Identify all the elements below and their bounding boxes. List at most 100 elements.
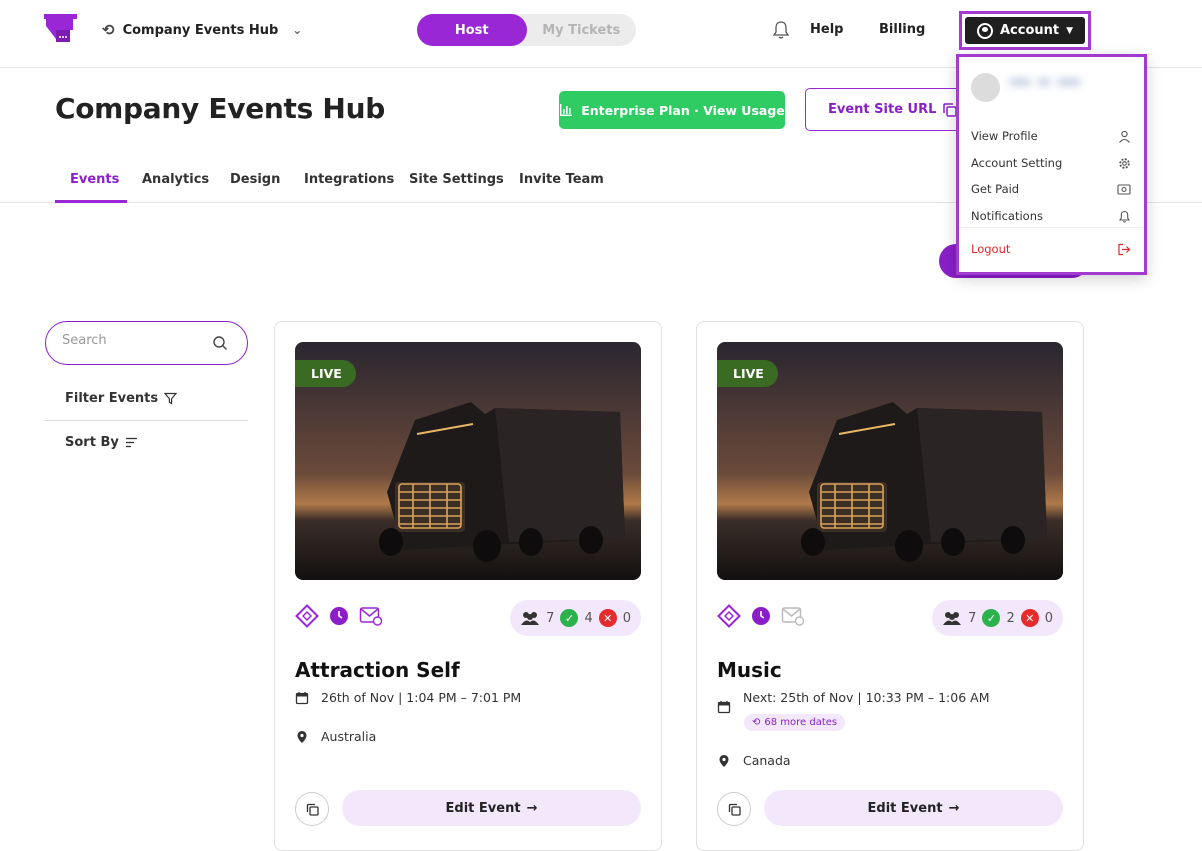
edit-event-label: Edit Event [867,800,943,816]
event-location-text: Canada [743,753,791,768]
arrow-right-icon: → [526,800,538,816]
redacted-user-info [1009,75,1109,89]
chevron-down-icon: ▼ [1066,25,1074,36]
tab-invite-team[interactable]: Invite Team [519,172,604,187]
attendees-icon [521,612,540,625]
page-title: Company Events Hub [55,92,385,125]
chevron-down-icon: ⌄ [292,23,303,37]
status-badge: LIVE [295,360,356,387]
event-date: Next: 25th of Nov | 10:33 PM – 1:06 AM [717,690,989,714]
arrow-right-icon: → [948,800,960,816]
menu-item-label: Account Setting [971,156,1063,170]
org-name: Company Events Hub [122,22,279,38]
billing-link[interactable]: Billing [879,22,925,37]
event-location-text: Australia [321,729,377,744]
event-title[interactable]: Music [717,658,782,682]
copy-icon [728,803,741,816]
edit-event-button[interactable]: Edit Event → [764,790,1063,826]
event-site-url-label: Event Site URL [828,102,937,117]
email-icon[interactable] [781,606,805,626]
event-image[interactable]: LIVE [717,342,1063,580]
active-tab-indicator [55,200,127,203]
logout-icon [1118,243,1131,255]
sidebar-divider [45,420,248,421]
toggle-my-tickets[interactable]: My Tickets [527,14,637,46]
event-location: Canada [717,753,791,768]
help-link[interactable]: Help [810,22,843,37]
sort-icon [125,437,137,448]
copy-icon [306,803,319,816]
clock-icon[interactable] [329,606,349,626]
menu-item-account-setting[interactable]: Account Setting [971,156,1131,170]
more-dates-badge[interactable]: ⟲ 68 more dates [744,714,846,731]
edit-event-button[interactable]: Edit Event → [342,790,641,826]
event-icons [295,604,383,628]
search-input[interactable] [62,333,202,348]
checked-in-icon: ✓ [982,609,1001,627]
bar-chart-icon [560,104,573,116]
menu-item-label: Logout [971,242,1011,256]
user-icon [1119,130,1130,143]
calendar-icon [295,691,309,704]
checked-in-icon: ✓ [560,609,579,627]
repeat-icon: ⟲ [752,717,761,728]
event-date-text: Next: 25th of Nov | 10:33 PM – 1:06 AM [743,690,990,705]
event-site-url-button[interactable]: Event Site URL [805,88,965,131]
search-box [45,321,248,365]
bell-icon [1118,210,1131,223]
cancelled-count: 0 [622,610,631,626]
menu-item-label: Notifications [971,209,1043,223]
tab-integrations[interactable]: Integrations [304,172,394,187]
event-card[interactable]: LIVE 7 ✓ 2 ✕ 0 Music Next: 25th of Nov |… [696,321,1084,851]
event-card[interactable]: LIVE 7 ✓ 4 ✕ 0 Attraction Self 26th of N… [274,321,662,851]
attendee-count: 7 [546,610,555,626]
event-image[interactable]: LIVE [295,342,641,580]
email-icon[interactable] [359,606,383,626]
cancelled-count: 0 [1044,610,1053,626]
status-badge: LIVE [717,360,778,387]
filter-events-button[interactable]: Filter Events [65,391,178,406]
menu-item-logout[interactable]: Logout [971,242,1131,256]
event-title[interactable]: Attraction Self [295,658,460,682]
sort-by-button[interactable]: Sort By [65,435,138,450]
tab-events[interactable]: Events [70,172,119,187]
account-label: Account [999,23,1060,38]
cancelled-icon: ✕ [598,609,617,627]
clock-icon[interactable] [751,606,771,626]
menu-item-notifications[interactable]: Notifications [971,209,1131,223]
user-avatar-icon [976,22,993,39]
attendance-stats: 7 ✓ 2 ✕ 0 [932,600,1063,636]
duplicate-event-button[interactable] [295,792,329,826]
host-tickets-toggle: Host My Tickets [417,14,636,46]
app-logo-icon[interactable] [44,14,77,44]
search-icon[interactable] [212,335,228,351]
filter-events-label: Filter Events [65,391,159,406]
tab-design[interactable]: Design [230,172,280,187]
checked-in-count: 2 [1006,610,1015,626]
more-dates-label: 68 more dates [764,717,838,728]
ticket-icon[interactable] [295,604,319,628]
notification-bell-icon[interactable] [771,20,791,40]
menu-item-view-profile[interactable]: View Profile [971,129,1131,143]
checked-in-count: 4 [584,610,593,626]
enterprise-plan-button[interactable]: Enterprise Plan · View Usage [559,91,785,129]
account-button[interactable]: Account ▼ [965,17,1085,44]
toggle-host[interactable]: Host [417,14,527,46]
tab-analytics[interactable]: Analytics [142,172,209,187]
menu-item-label: View Profile [971,129,1038,143]
menu-item-get-paid[interactable]: Get Paid [971,182,1131,196]
menu-divider [959,227,1144,228]
avatar [971,73,1000,102]
attendees-icon [943,612,962,625]
menu-item-label: Get Paid [971,182,1020,196]
ticket-icon[interactable] [717,604,741,628]
location-pin-icon [719,754,729,767]
switch-org-icon: ⟲ [102,21,115,39]
attendee-count: 7 [968,610,977,626]
event-icons [717,604,805,628]
cash-icon [1117,183,1131,195]
tab-site-settings[interactable]: Site Settings [409,172,504,187]
duplicate-event-button[interactable] [717,792,751,826]
filter-icon [164,392,178,405]
org-switcher[interactable]: ⟲ Company Events Hub ⌄ [102,21,302,39]
